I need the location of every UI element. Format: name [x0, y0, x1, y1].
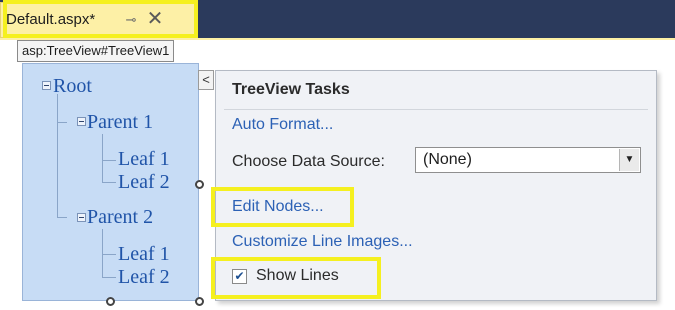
resize-handle[interactable]	[195, 180, 204, 189]
tree-node-parent-1[interactable]: Parent 1	[87, 111, 153, 133]
chevron-down-icon[interactable]: ▼	[619, 149, 639, 171]
tree-node-leaf[interactable]: Leaf 1	[118, 243, 170, 265]
customize-line-images-link[interactable]: Customize Line Images...	[232, 233, 413, 251]
data-source-select[interactable]: (None) ▼	[415, 147, 641, 173]
tree-line	[57, 94, 58, 218]
control-tag: asp:TreeView#TreeView1	[17, 40, 175, 62]
tree-line	[57, 122, 67, 123]
resize-handle[interactable]	[106, 297, 115, 306]
show-lines-highlight-box	[211, 257, 381, 299]
tree-node-parent-2[interactable]: Parent 2	[87, 206, 153, 228]
choose-data-source-label: Choose Data Source:	[232, 153, 385, 170]
tree-line	[102, 182, 116, 183]
tree-line	[102, 277, 116, 278]
tasks-panel-title: TreeView Tasks	[232, 81, 350, 98]
tree-node-root[interactable]: Root	[53, 75, 92, 97]
treeview-control[interactable]: Root Parent 1 Leaf 1 Leaf 2 Parent 2 Lea…	[22, 63, 199, 301]
edit-nodes-highlight-box	[211, 187, 354, 227]
tab-highlight-box	[3, 0, 198, 38]
data-source-value: (None)	[423, 151, 472, 168]
tree-line	[102, 254, 116, 255]
tree-node-leaf[interactable]: Leaf 2	[118, 266, 170, 288]
tree-node-leaf[interactable]: Leaf 1	[118, 148, 170, 170]
collapse-icon[interactable]	[42, 81, 51, 90]
tree-line	[57, 217, 67, 218]
tree-line	[102, 229, 103, 277]
collapse-icon[interactable]	[77, 213, 86, 222]
tree-node-leaf[interactable]: Leaf 2	[118, 171, 170, 193]
tree-line	[102, 160, 116, 161]
tree-line	[102, 134, 103, 182]
auto-format-link[interactable]: Auto Format...	[232, 116, 333, 134]
divider	[224, 109, 648, 110]
resize-handle[interactable]	[195, 297, 204, 306]
collapse-icon[interactable]	[77, 117, 86, 126]
smart-tag-collapse-button[interactable]: <	[198, 70, 214, 90]
